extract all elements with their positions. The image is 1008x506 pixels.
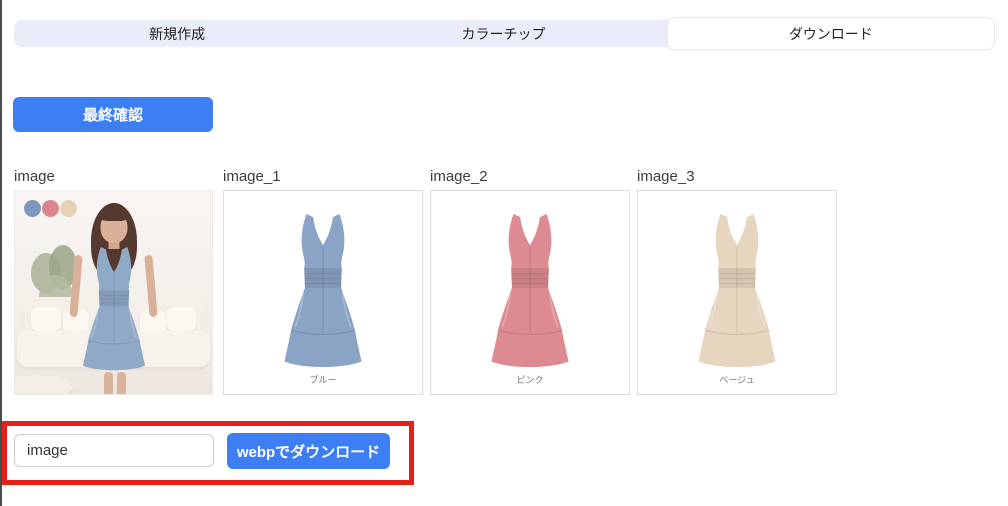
model-leg-left xyxy=(104,372,113,395)
variant-column-3: image_3 ベージュ xyxy=(637,166,837,395)
color-name-label: ベージュ xyxy=(638,373,836,386)
tab-download[interactable]: ダウンロード xyxy=(667,17,995,50)
model-hair-fringe xyxy=(99,207,129,221)
pink-swatch-icon xyxy=(42,200,59,217)
tab-bar: 新規作成 カラーチップ ダウンロード xyxy=(14,20,995,47)
final-confirm-button[interactable]: 最終確認 xyxy=(13,97,213,132)
image-label: image xyxy=(14,166,213,188)
coffee-table xyxy=(14,375,73,395)
beige-swatch-icon xyxy=(60,200,77,217)
model-leg-right xyxy=(117,372,126,395)
image-label: image_2 xyxy=(430,166,630,188)
color-swatch-row xyxy=(24,200,78,217)
color-name-label: ブルー xyxy=(224,373,422,386)
filename-input[interactable] xyxy=(14,434,214,467)
variant-column-2: image_2 ピンク xyxy=(430,166,630,395)
image-label: image_3 xyxy=(637,166,837,188)
original-image-column: image xyxy=(14,166,213,395)
variant-image-beige: ベージュ xyxy=(637,190,837,395)
window-left-border xyxy=(0,0,2,506)
app-window: 新規作成 カラーチップ ダウンロード 最終確認 image xyxy=(0,0,1008,506)
webp-download-button[interactable]: webpでダウンロード xyxy=(227,433,390,469)
original-image xyxy=(14,190,213,395)
variant-column-1: image_1 ブルー xyxy=(223,166,423,395)
blue-swatch-icon xyxy=(24,200,41,217)
image-label: image_1 xyxy=(223,166,423,188)
dress-image xyxy=(261,209,385,373)
dress-image xyxy=(468,209,592,373)
color-name-label: ピンク xyxy=(431,373,629,386)
variant-image-pink: ピンク xyxy=(430,190,630,395)
tab-color-chip[interactable]: カラーチップ xyxy=(340,20,666,47)
sofa-pillow xyxy=(166,307,196,331)
model-dress xyxy=(65,243,163,375)
dress-image xyxy=(675,209,799,373)
sofa-pillow xyxy=(31,307,61,331)
tab-new-creation[interactable]: 新規作成 xyxy=(14,20,340,47)
variant-image-blue: ブルー xyxy=(223,190,423,395)
